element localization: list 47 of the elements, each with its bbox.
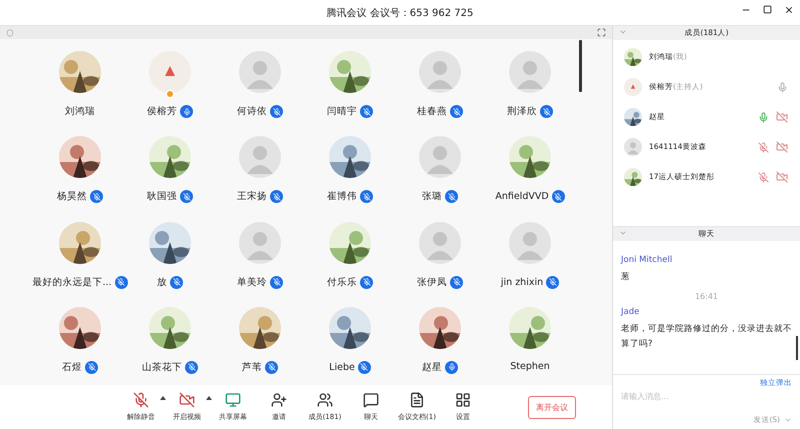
participant-name: 耿国强: [147, 190, 177, 204]
caret-icon[interactable]: [206, 396, 212, 400]
participant-name: 杨昊然: [57, 190, 87, 204]
participant-name: 张璐: [422, 190, 442, 204]
sender-name: Jade: [621, 307, 640, 318]
host-badge-icon: [166, 90, 174, 98]
maximize-icon[interactable]: [763, 5, 772, 14]
close-icon[interactable]: [784, 5, 794, 15]
scrollbar[interactable]: [796, 336, 798, 360]
participant-name: 付乐乐: [327, 276, 357, 288]
grid-icon: [455, 392, 471, 408]
participant-name: 张伊凤: [417, 276, 447, 288]
caret-icon[interactable]: [160, 396, 166, 400]
participant-name: 放: [157, 276, 167, 288]
fullscreen-icon[interactable]: [597, 28, 606, 37]
participant-name: 崔博伟: [327, 190, 357, 204]
participant-name: 最好的永远是下...: [32, 276, 112, 288]
participant-name: 王宋扬: [237, 190, 267, 204]
participant-name: 单美玲: [237, 276, 267, 288]
participant-name: 赵星: [422, 360, 442, 374]
participant-name: Stephen: [510, 360, 550, 372]
message-text: 葱: [621, 271, 631, 284]
document-icon: [409, 392, 425, 408]
participant-name: jin zhixin: [500, 276, 544, 288]
add-user-icon: [271, 392, 287, 408]
users-icon: [317, 392, 333, 408]
message-time: 16:41: [694, 292, 720, 302]
participant-name: 桂春燕: [417, 105, 447, 118]
participant-name: 侯榕芳: [147, 105, 177, 118]
scrollbar[interactable]: [579, 40, 582, 92]
participant-name: AnfieldVVD: [495, 191, 549, 202]
sender-name: Joni Mitchell: [621, 255, 674, 265]
monitor-icon: [225, 392, 241, 408]
message-text: 老师，可是学院路修过的分，没录进去就不算了吗?: [621, 323, 792, 351]
participant-name: Liebe: [329, 362, 355, 373]
participant-name: 何诗依: [237, 105, 267, 118]
microphone-muted-icon: [133, 392, 149, 408]
camera-off-icon: [179, 392, 195, 408]
participant-name: 山茶花下: [142, 360, 182, 374]
leave-meeting-button[interactable]: 离开会议: [528, 396, 576, 418]
participant-name: 荆泽欣: [507, 105, 537, 118]
participant-name: 芦苇: [242, 360, 262, 374]
window-title: 腾讯会议 会议号：653 962 725: [326, 6, 474, 20]
participant-name: 刘鸿瑞: [65, 105, 95, 118]
participant-name: 闫晴宇: [327, 105, 357, 118]
participant-name: 石煜: [62, 360, 82, 374]
chat-icon: [363, 392, 379, 408]
